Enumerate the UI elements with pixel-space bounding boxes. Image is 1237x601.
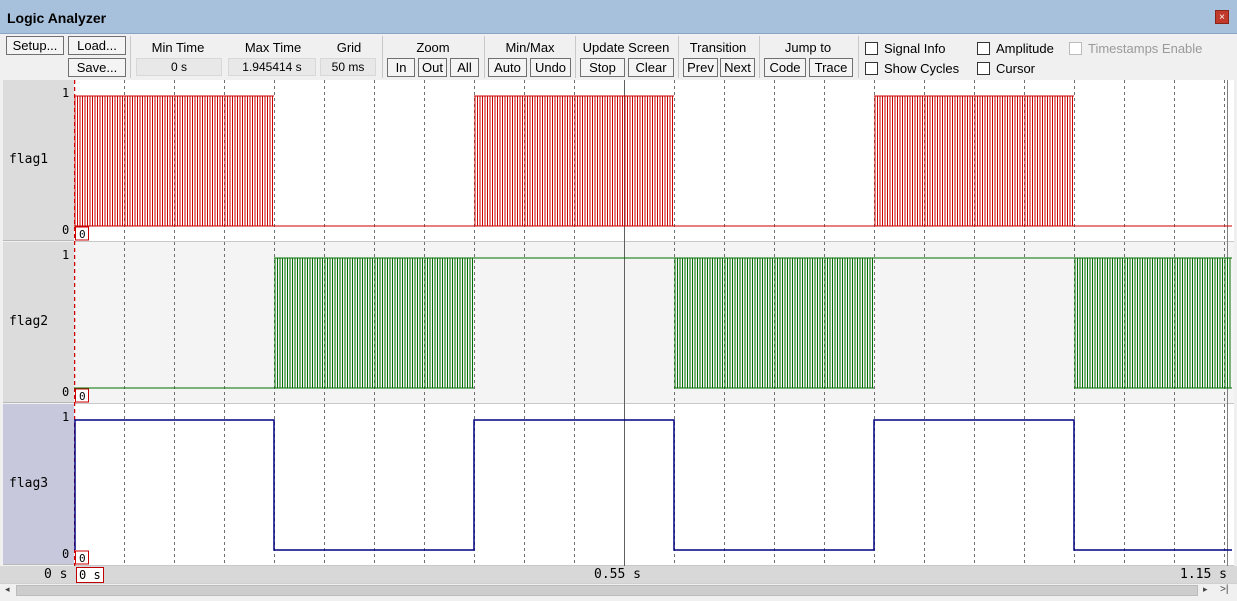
- amplitude-checkbox[interactable]: [977, 42, 990, 55]
- signal-name: flag1: [9, 152, 49, 167]
- trace-button[interactable]: Trace: [809, 58, 853, 77]
- transition-label: Transition: [689, 40, 747, 55]
- signal-row-flag2[interactable]: flag2 1 0: [3, 242, 74, 403]
- scroll-right-icon[interactable]: ▸: [1203, 584, 1208, 595]
- zero-marker-label: 0: [79, 390, 86, 403]
- high-level-label: 1: [62, 248, 70, 262]
- update-screen-label: Update Screen: [582, 40, 670, 55]
- zero-marker-label: 0: [79, 552, 86, 565]
- min-time-label: Min Time: [151, 40, 205, 55]
- scroll-end-icon[interactable]: >|: [1220, 584, 1228, 595]
- timestamps-enable-label: Timestamps Enable: [1088, 41, 1203, 56]
- scroll-left-icon[interactable]: ◂: [5, 584, 10, 595]
- zoom-all-button[interactable]: All: [450, 58, 479, 77]
- signal-info-label: Signal Info: [884, 41, 946, 56]
- max-time-label: Max Time: [244, 40, 302, 55]
- jump-to-label: Jump to: [784, 40, 832, 55]
- signal-name-column: flag1 1 0 flag2 1 0 flag3 1 0: [3, 80, 74, 566]
- low-level-label: 0: [62, 547, 70, 561]
- toolbar: Setup... Load... Save... Min Time 0 s Ma…: [0, 34, 1237, 80]
- cursor-label: Cursor: [996, 61, 1036, 76]
- show-cycles-label: Show Cycles: [884, 61, 960, 76]
- max-time-value: 1.945414 s: [228, 58, 316, 76]
- scroll-thumb[interactable]: [16, 585, 1198, 596]
- show-cycles-checkbox[interactable]: [865, 62, 878, 75]
- timestamps-enable-checkbox: [1069, 42, 1082, 55]
- min-time-value: 0 s: [136, 58, 222, 76]
- save-button[interactable]: Save...: [68, 58, 126, 77]
- amplitude-label: Amplitude: [996, 41, 1054, 56]
- toolbar-separator: [678, 36, 679, 78]
- clear-button[interactable]: Clear: [628, 58, 674, 77]
- cursor-checkbox[interactable]: [977, 62, 990, 75]
- low-level-label: 0: [62, 223, 70, 237]
- signal-name: flag2: [9, 314, 49, 329]
- undo-button[interactable]: Undo: [530, 58, 571, 77]
- time-axis-end-label: 1.15 s: [1180, 567, 1227, 582]
- load-button[interactable]: Load...: [68, 36, 126, 55]
- zero-marker-label: 0: [79, 228, 86, 241]
- grid-label: Grid: [336, 40, 362, 55]
- signal-name: flag3: [9, 476, 49, 491]
- stop-button[interactable]: Stop: [580, 58, 625, 77]
- zoom-out-button[interactable]: Out: [418, 58, 447, 77]
- time-axis-mid-label: 0.55 s: [594, 567, 641, 582]
- high-level-label: 1: [62, 410, 70, 424]
- toolbar-separator: [130, 36, 131, 78]
- signal-row-background: [74, 404, 1234, 565]
- time-axis-left-label: 0 s: [44, 567, 68, 582]
- waveform-plot[interactable]: 0 0 0: [74, 80, 1234, 566]
- minmax-label: Min/Max: [505, 40, 555, 55]
- code-button[interactable]: Code: [764, 58, 806, 77]
- window-title: Logic Analyzer: [7, 10, 107, 26]
- signal-row-flag3[interactable]: flag3 1 0: [3, 404, 74, 565]
- time-axis: 0 s 0 s 0.55 s 1.15 s: [0, 566, 1237, 583]
- toolbar-separator: [382, 36, 383, 78]
- next-button[interactable]: Next: [720, 58, 755, 77]
- signal-info-checkbox[interactable]: [865, 42, 878, 55]
- setup-button[interactable]: Setup...: [6, 36, 64, 55]
- close-icon[interactable]: ×: [1215, 10, 1229, 24]
- horizontal-scrollbar[interactable]: ◂ ▸ >|: [0, 583, 1237, 597]
- low-level-label: 0: [62, 385, 70, 399]
- signal-row-background: [74, 242, 1234, 403]
- zoom-label: Zoom: [416, 40, 450, 55]
- prev-button[interactable]: Prev: [683, 58, 718, 77]
- signal-row-flag1[interactable]: flag1 1 0: [3, 80, 74, 241]
- toolbar-separator: [858, 36, 859, 78]
- title-bar: Logic Analyzer ×: [0, 0, 1237, 34]
- time-start-marker: 0 s: [76, 567, 104, 583]
- grid-value: 50 ms: [320, 58, 376, 76]
- high-level-label: 1: [62, 86, 70, 100]
- zoom-in-button[interactable]: In: [387, 58, 415, 77]
- toolbar-separator: [484, 36, 485, 78]
- auto-button[interactable]: Auto: [488, 58, 527, 77]
